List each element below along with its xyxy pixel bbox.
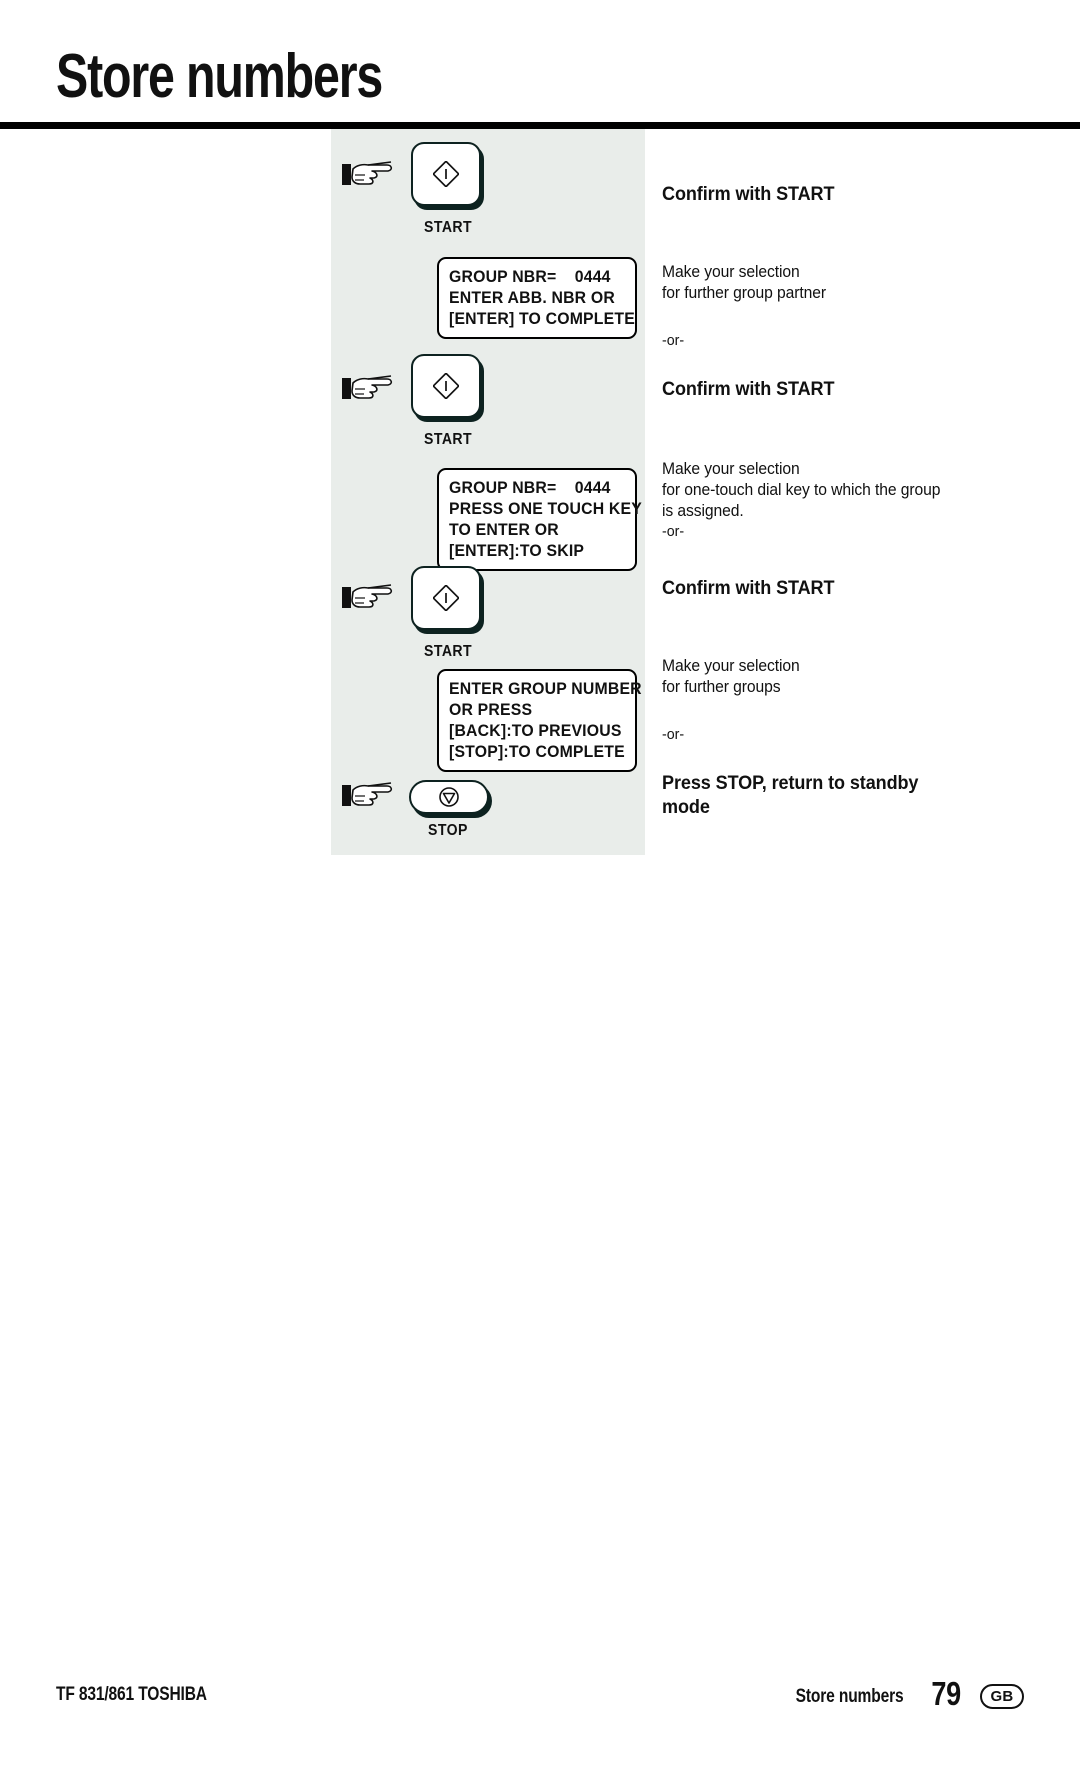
stop-triangle-icon bbox=[438, 786, 460, 808]
note-selection-2: Make your selection for one-touch dial k… bbox=[662, 459, 1022, 541]
lcd-line: GROUP NBR= 0444 bbox=[449, 478, 611, 497]
hand-pointer-icon bbox=[341, 778, 397, 812]
start-button[interactable] bbox=[411, 354, 481, 418]
lcd-display-3: ENTER GROUP NUMBER OR PRESS [BACK]:TO PR… bbox=[437, 669, 642, 772]
start-button-label: START bbox=[424, 219, 473, 236]
note-body-line: is assigned. bbox=[662, 502, 744, 520]
note-heading: Confirm with START bbox=[662, 379, 835, 400]
start-button[interactable] bbox=[411, 566, 481, 630]
stop-button-label: STOP bbox=[428, 822, 468, 839]
note-confirm-start-3: Confirm with START bbox=[662, 577, 992, 601]
note-heading: Confirm with START bbox=[662, 578, 835, 599]
note-heading: Press STOP, return to standby bbox=[662, 773, 919, 794]
note-selection-3: Make your selection for further groups bbox=[662, 656, 992, 698]
start-diamond-icon bbox=[432, 584, 460, 612]
hand-pointer-icon bbox=[341, 580, 397, 614]
note-body-line: for one-touch dial key to which the grou… bbox=[662, 481, 941, 499]
lcd-display-1: GROUP NBR= 0444 ENTER ABB. NBR OR [ENTER… bbox=[437, 257, 637, 339]
footer-page-number: 79 bbox=[931, 1675, 962, 1712]
start-button-label: START bbox=[424, 431, 473, 448]
lcd-display-2: GROUP NBR= 0444 PRESS ONE TOUCH KEY TO E… bbox=[437, 468, 643, 571]
note-confirm-start-1: Confirm with START bbox=[662, 183, 992, 207]
lcd-line: [ENTER]:TO SKIP bbox=[449, 541, 585, 560]
lcd-line: [ENTER] TO COMPLETE bbox=[449, 309, 635, 328]
note-body-line: for further group partner bbox=[662, 284, 827, 302]
hand-pointer-icon bbox=[341, 371, 397, 405]
note-body-line: Make your selection bbox=[662, 657, 800, 675]
lcd-line: ENTER GROUP NUMBER bbox=[449, 679, 642, 698]
lcd-line: GROUP NBR= 0444 bbox=[449, 267, 611, 286]
start-diamond-icon bbox=[432, 372, 460, 400]
hand-pointer-icon bbox=[341, 157, 397, 191]
note-body-line: Make your selection bbox=[662, 460, 800, 478]
note-body-line: for further groups bbox=[662, 678, 781, 696]
note-body-line: Make your selection bbox=[662, 263, 800, 281]
note-selection-1: Make your selection for further group pa… bbox=[662, 262, 992, 304]
note-or-separator-2: -or- bbox=[662, 523, 685, 540]
note-or-separator-3: -or- bbox=[662, 726, 685, 743]
lcd-line: [STOP]:TO COMPLETE bbox=[449, 742, 625, 761]
lcd-line: ENTER ABB. NBR OR bbox=[449, 288, 615, 307]
note-or-separator-1: -or- bbox=[662, 332, 685, 349]
footer-model: TF 831/861 TOSHIBA bbox=[56, 1684, 207, 1705]
footer-language-badge: GB bbox=[980, 1684, 1024, 1709]
lcd-line: TO ENTER OR bbox=[449, 520, 559, 539]
stop-button[interactable] bbox=[409, 780, 489, 814]
note-confirm-start-2: Confirm with START bbox=[662, 378, 992, 402]
lcd-line: PRESS ONE TOUCH KEY bbox=[449, 499, 643, 518]
lcd-line: OR PRESS bbox=[449, 700, 533, 719]
title-divider bbox=[0, 122, 1080, 129]
lcd-line: [BACK]:TO PREVIOUS bbox=[449, 721, 622, 740]
note-heading: Confirm with START bbox=[662, 184, 835, 205]
start-button-label: START bbox=[424, 643, 473, 660]
page-title: Store numbers bbox=[56, 42, 383, 111]
start-button[interactable] bbox=[411, 142, 481, 206]
start-diamond-icon bbox=[432, 160, 460, 188]
footer-section-title: Store numbers bbox=[795, 1686, 903, 1707]
note-heading: mode bbox=[662, 797, 710, 818]
note-press-stop: Press STOP, return to standby mode bbox=[662, 772, 992, 820]
